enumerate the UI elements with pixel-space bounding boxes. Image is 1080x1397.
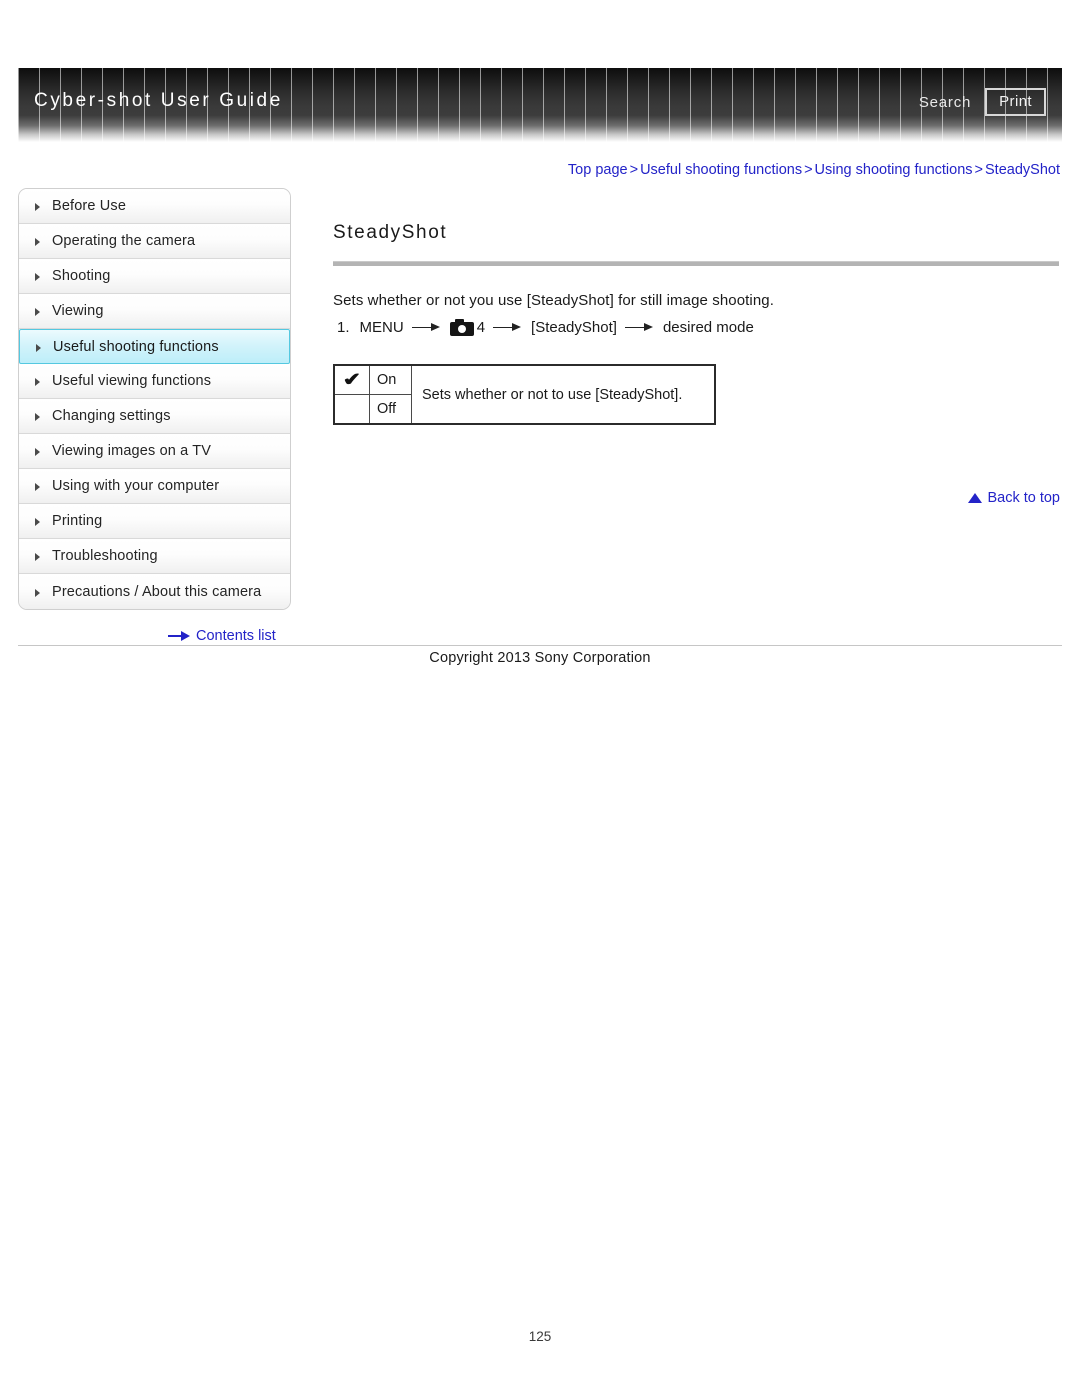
breadcrumb-item-using-shooting-functions[interactable]: Using shooting functions bbox=[815, 162, 973, 178]
breadcrumb-item-steadyshot: SteadyShot bbox=[985, 162, 1060, 178]
triangle-right-icon bbox=[33, 446, 43, 456]
step-result: desired mode bbox=[662, 319, 754, 336]
sidebar-item-label: Shooting bbox=[52, 268, 111, 284]
option-value-off: Off bbox=[369, 394, 412, 425]
sidebar-item-label: Printing bbox=[52, 513, 103, 529]
sidebar-item-operating-the-camera[interactable]: Operating the camera bbox=[19, 224, 290, 259]
menu-tab-number: 4 bbox=[476, 319, 486, 336]
triangle-right-icon bbox=[33, 516, 43, 526]
triangle-right-icon bbox=[34, 342, 44, 352]
breadcrumb-separator: > bbox=[974, 162, 984, 178]
sidebar-item-label: Useful shooting functions bbox=[53, 338, 219, 355]
sidebar-item-label: Operating the camera bbox=[52, 233, 196, 249]
sidebar-item-label: Precautions / About this camera bbox=[52, 583, 262, 600]
camera-icon bbox=[449, 319, 474, 336]
sidebar-item-label: Viewing images on a TV bbox=[52, 443, 212, 459]
sidebar-item-shooting[interactable]: Shooting bbox=[19, 259, 290, 294]
arrow-right-icon bbox=[168, 631, 190, 641]
option-check-on[interactable]: ✔ bbox=[333, 364, 370, 395]
arrow-right-icon bbox=[624, 322, 655, 334]
search-link[interactable]: Search bbox=[919, 94, 971, 111]
check-icon: ✔ bbox=[341, 369, 363, 390]
step-number: 1. bbox=[337, 319, 350, 336]
arrow-right-icon bbox=[411, 322, 442, 334]
triangle-up-icon bbox=[968, 493, 983, 503]
sidebar-item-useful-viewing-functions[interactable]: Useful viewing functions bbox=[19, 364, 290, 399]
option-value-on: On bbox=[369, 364, 412, 395]
arrow-right-icon bbox=[493, 322, 523, 334]
header-banner: Cyber-shot User Guide Search Print bbox=[18, 68, 1062, 142]
breadcrumb: Top page > Useful shooting functions > Using… bbox=[568, 162, 1060, 178]
intro-paragraph: Sets whether or not you use [SteadyShot]… bbox=[333, 292, 775, 309]
title-divider bbox=[333, 261, 1059, 266]
sidebar-item-label: Troubleshooting bbox=[52, 548, 158, 564]
triangle-right-icon bbox=[33, 201, 43, 211]
main-content: SteadyShot Sets whether or not you use [… bbox=[333, 222, 1062, 425]
triangle-right-icon bbox=[33, 306, 43, 316]
sidebar-item-label: Before Use bbox=[52, 198, 127, 214]
sidebar-item-using-with-your-computer[interactable]: Using with your computer bbox=[19, 469, 290, 504]
step-instruction: 1. MENU 4 [SteadyShot] desired mode bbox=[337, 319, 1062, 336]
contents-list-link[interactable]: Contents list bbox=[168, 628, 276, 644]
copyright-text: Copyright 2013 Sony Corporation bbox=[429, 650, 651, 666]
triangle-right-icon bbox=[33, 271, 43, 281]
sidebar-item-label: Viewing bbox=[52, 303, 104, 319]
sidebar-item-viewing-images-on-a-tv[interactable]: Viewing images on a TV bbox=[19, 434, 290, 469]
sidebar-item-changing-settings[interactable]: Changing settings bbox=[19, 399, 290, 434]
app-title: Cyber-shot User Guide bbox=[34, 90, 283, 111]
page-title: SteadyShot bbox=[333, 222, 448, 243]
back-to-top-label: Back to top bbox=[987, 490, 1060, 506]
sidebar-item-label: Useful viewing functions bbox=[52, 373, 212, 389]
breadcrumb-item-top-page[interactable]: Top page bbox=[568, 162, 628, 178]
sidebar-item-precautions-about-this-camera[interactable]: Precautions / About this camera bbox=[19, 574, 290, 609]
triangle-right-icon bbox=[33, 376, 43, 386]
print-button[interactable]: Print bbox=[985, 88, 1046, 117]
triangle-right-icon bbox=[33, 411, 43, 421]
header-actions: Search Print bbox=[919, 88, 1046, 117]
option-description: Sets whether or not to use [SteadyShot]. bbox=[411, 364, 716, 425]
option-check-off[interactable] bbox=[333, 394, 370, 425]
back-to-top-link[interactable]: Back to top bbox=[968, 490, 1060, 506]
triangle-right-icon bbox=[33, 551, 43, 561]
breadcrumb-item-useful-shooting-functions[interactable]: Useful shooting functions bbox=[640, 162, 802, 178]
contents-list-label: Contents list bbox=[196, 628, 276, 644]
sidebar-nav: Before Use Operating the camera Shooting… bbox=[18, 188, 291, 610]
breadcrumb-separator: > bbox=[629, 162, 639, 178]
options-table: ✔ On Sets whether or not to use [SteadyS… bbox=[333, 364, 716, 425]
sidebar-item-label: Using with your computer bbox=[52, 478, 220, 494]
breadcrumb-separator: > bbox=[804, 162, 813, 178]
menu-label: MENU bbox=[359, 319, 404, 336]
setting-name: [SteadyShot] bbox=[531, 319, 617, 336]
sidebar-item-label: Changing settings bbox=[52, 408, 171, 424]
sidebar-item-troubleshooting[interactable]: Troubleshooting bbox=[19, 539, 290, 574]
triangle-right-icon bbox=[33, 481, 43, 491]
triangle-right-icon bbox=[33, 236, 43, 246]
triangle-right-icon bbox=[33, 587, 43, 597]
page-number: 125 bbox=[528, 1329, 552, 1344]
sidebar-item-printing[interactable]: Printing bbox=[19, 504, 290, 539]
footer-divider bbox=[18, 645, 1062, 646]
table-row: ✔ On Sets whether or not to use [SteadyS… bbox=[333, 364, 716, 425]
sidebar-item-viewing[interactable]: Viewing bbox=[19, 294, 290, 329]
sidebar-item-before-use[interactable]: Before Use bbox=[19, 189, 290, 224]
sidebar-item-useful-shooting-functions[interactable]: Useful shooting functions bbox=[19, 329, 290, 364]
